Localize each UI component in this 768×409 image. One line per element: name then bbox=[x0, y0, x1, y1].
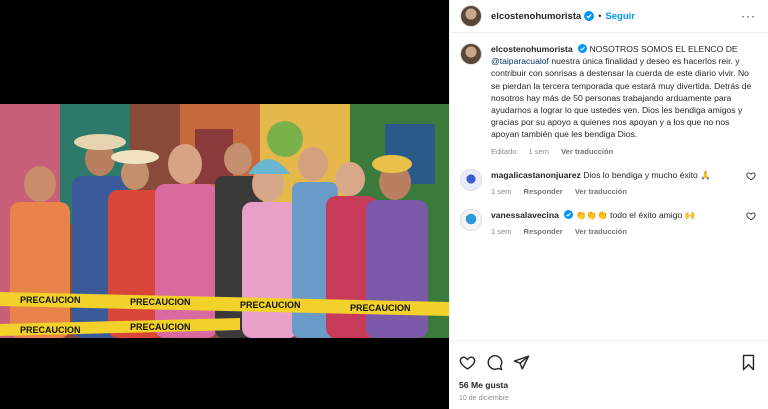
post-date[interactable]: 10 de diciembre bbox=[459, 395, 756, 402]
follow-button[interactable]: Seguir bbox=[605, 11, 635, 22]
caption-translate-link[interactable]: Ver traducción bbox=[561, 147, 613, 156]
comment-text: vanessalavecina 👏👏👏 todo el éxito amigo … bbox=[491, 209, 738, 221]
comment-like-heart-icon[interactable] bbox=[746, 211, 756, 221]
commenter-username[interactable]: vanessalavecina bbox=[491, 210, 559, 220]
verified-badge-icon bbox=[584, 11, 595, 21]
caption: elcostenohumorista NOSOTROS SOMOS EL ELE… bbox=[460, 43, 756, 156]
comment-reply-link[interactable]: Responder bbox=[524, 227, 563, 236]
author-username[interactable]: elcostenohumorista bbox=[491, 11, 581, 22]
caption-time[interactable]: 1 sem bbox=[529, 147, 549, 156]
action-icons bbox=[459, 353, 756, 371]
heart-icon[interactable] bbox=[459, 354, 476, 371]
photo-illustration: PRECAUCION PRECAUCION PRECAUCION PRECAUC… bbox=[0, 104, 449, 338]
comment-item: magalicastanonjuarez Dios lo bendiga y m… bbox=[460, 168, 756, 196]
tape-label-2: PRECAUCION bbox=[130, 297, 191, 307]
header-separator: • bbox=[598, 11, 602, 21]
commenter-avatar[interactable] bbox=[460, 208, 482, 231]
caption-verified-icon bbox=[578, 44, 588, 53]
caption-avatar[interactable] bbox=[460, 43, 482, 65]
comment-like-heart-icon[interactable] bbox=[746, 171, 756, 181]
comment-body: vanessalavecina 👏👏👏 todo el éxito amigo … bbox=[491, 209, 738, 236]
comment-text: magalicastanonjuarez Dios lo bendiga y m… bbox=[491, 169, 738, 181]
comments-section: elcostenohumorista NOSOTROS SOMOS EL ELE… bbox=[450, 33, 768, 341]
comment-body: magalicastanonjuarez Dios lo bendiga y m… bbox=[491, 169, 738, 196]
caption-edited-label: Editado bbox=[491, 146, 517, 156]
tape-label-6: PRECAUCION bbox=[130, 322, 191, 332]
comment-time[interactable]: 1 sem bbox=[491, 227, 511, 236]
caption-body: elcostenohumorista NOSOTROS SOMOS EL ELE… bbox=[491, 43, 756, 156]
comment-translate-link[interactable]: Ver traducción bbox=[575, 187, 627, 196]
caption-text-start: NOSOTROS SOMOS EL ELENCO DE bbox=[589, 44, 738, 54]
author-avatar[interactable] bbox=[460, 5, 482, 27]
post-actions: 56 Me gusta 10 de diciembre bbox=[449, 340, 768, 409]
tape-label-1: PRECAUCION bbox=[20, 295, 81, 305]
post-header: elcostenohumorista • Seguir ··· bbox=[450, 0, 768, 33]
post-photo[interactable]: PRECAUCION PRECAUCION PRECAUCION PRECAUC… bbox=[0, 104, 449, 338]
comment-translate-link[interactable]: Ver traducción bbox=[575, 227, 627, 236]
caption-mention-link[interactable]: @taiparacualof bbox=[491, 56, 549, 66]
comment-reply-link[interactable]: Responder bbox=[524, 187, 563, 196]
comment-item: vanessalavecina 👏👏👏 todo el éxito amigo … bbox=[460, 208, 756, 236]
share-icon[interactable] bbox=[513, 354, 530, 371]
more-options-button[interactable]: ··· bbox=[741, 9, 756, 23]
media-pane: PRECAUCION PRECAUCION PRECAUCION PRECAUC… bbox=[0, 0, 449, 409]
commenter-verified-icon bbox=[564, 209, 574, 219]
comment-meta: 1 sem Responder Ver traducción bbox=[491, 187, 738, 196]
comment-meta: 1 sem Responder Ver traducción bbox=[491, 227, 738, 236]
bookmark-icon[interactable] bbox=[741, 354, 756, 371]
tape-label-3: PRECAUCION bbox=[240, 300, 301, 310]
comment-message: 👏👏👏 todo el éxito amigo 🙌 bbox=[575, 209, 696, 220]
caption-username[interactable]: elcostenohumorista bbox=[491, 44, 573, 54]
caption-text: elcostenohumorista NOSOTROS SOMOS EL ELE… bbox=[491, 43, 756, 141]
comment-icon[interactable] bbox=[486, 354, 503, 371]
caption-meta: Editado 1 sem Ver traducción bbox=[491, 147, 756, 156]
tape-label-5: PRECAUCION bbox=[20, 325, 81, 335]
commenter-avatar[interactable] bbox=[460, 168, 482, 191]
tape-label-4: PRECAUCION bbox=[350, 303, 411, 313]
comment-time[interactable]: 1 sem bbox=[491, 187, 511, 196]
commenter-username[interactable]: magalicastanonjuarez bbox=[491, 170, 581, 180]
comment-message: Dios lo bendiga y mucho éxito 🙏 bbox=[583, 169, 711, 180]
likes-count[interactable]: 56 Me gusta bbox=[459, 380, 756, 390]
caption-text-end: nuestra única finalidad y deseo es hacer… bbox=[491, 56, 752, 140]
